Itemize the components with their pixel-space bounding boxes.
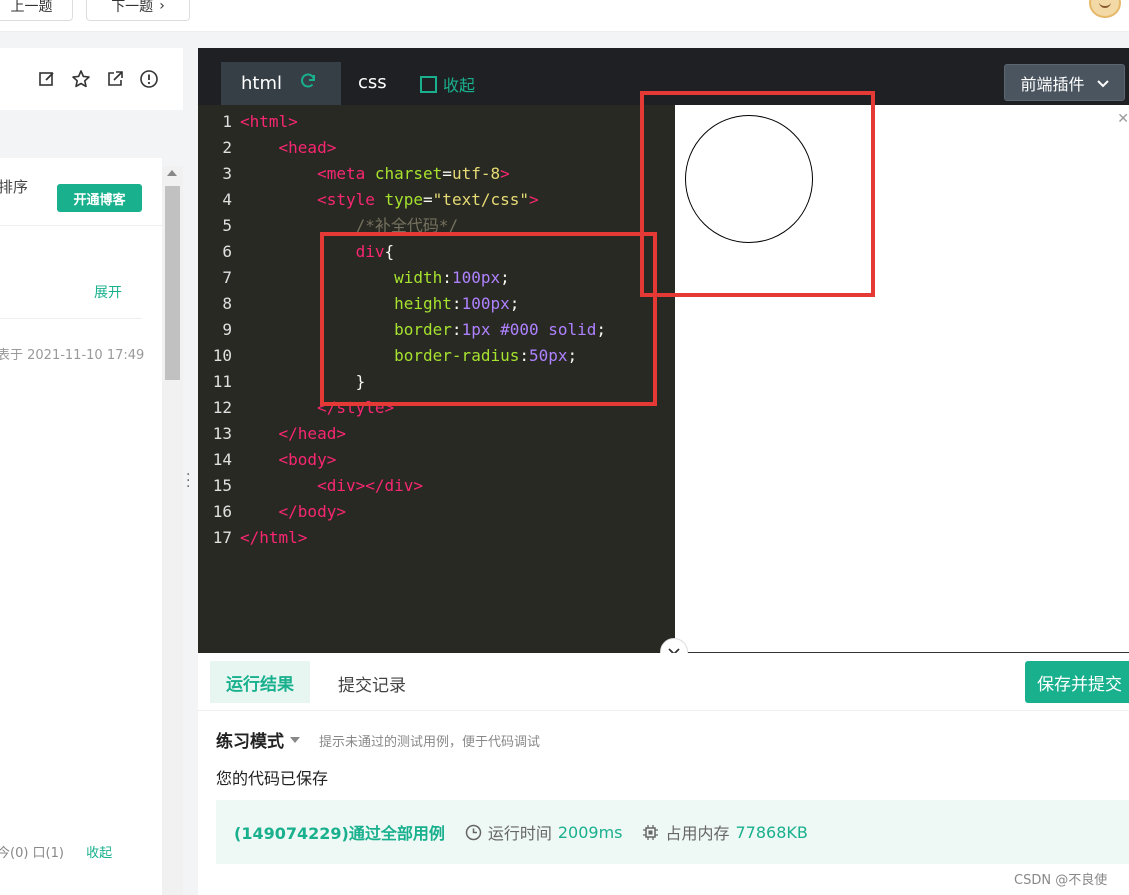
plugin-label: 前端插件: [1020, 74, 1085, 94]
panel-icon: [420, 75, 437, 93]
saved-message: 您的代码已保存: [216, 769, 329, 788]
clock-icon: [465, 824, 482, 840]
scroll-up-icon[interactable]: [167, 170, 177, 176]
annotation-box: [640, 91, 875, 297]
runtime-stat: 运行时间 2009ms: [465, 820, 623, 844]
refresh-icon[interactable]: [298, 71, 318, 96]
drag-handle-icon[interactable]: · · ·: [186, 468, 190, 494]
post-date: 表于 2021-11-10 17:49: [0, 348, 145, 363]
result-panel: 运行结果 提交记录 保存并提交 练习模式 提示未通过的测试用例，便于代码调试 您…: [198, 653, 1129, 895]
mode-hint: 提示未通过的测试用例，便于代码调试: [319, 735, 541, 750]
pass-status: (149074229)通过全部用例: [234, 824, 445, 843]
expand-link[interactable]: 展开: [94, 282, 122, 302]
sort-label[interactable]: 排序: [0, 176, 28, 197]
memory-stat: 占用内存 77868KB: [642, 820, 808, 844]
caret-down-icon: [290, 736, 300, 743]
open-blog-button[interactable]: 开通博客: [57, 184, 142, 212]
memory-value: 77868KB: [735, 822, 808, 842]
close-icon[interactable]: ✕: [1117, 111, 1129, 127]
chevron-right-icon: ›: [159, 0, 165, 14]
collapse-label: 收起: [443, 76, 476, 95]
watermark: CSDN @不良使: [1014, 873, 1108, 888]
chip-icon: [643, 824, 659, 840]
result-summary: (149074229)通过全部用例 运行时间 2009ms 占用内存 77868…: [216, 800, 1129, 864]
share-icon[interactable]: [105, 69, 125, 89]
fav-link[interactable]: 收起: [86, 846, 112, 861]
tab-html[interactable]: html: [221, 62, 341, 105]
memory-label: 占用内存: [665, 824, 730, 843]
save-submit-button[interactable]: 保存并提交: [1025, 661, 1129, 703]
tab-submission-history[interactable]: 提交记录: [338, 671, 406, 696]
solution-list: 排序 开通博客 展开 表于 2021-11-10 17:49: [0, 158, 162, 895]
annotation-box: [320, 232, 657, 406]
result-tabs: 运行结果 提交记录 保存并提交: [198, 653, 1129, 711]
divider: [0, 318, 142, 319]
tab-run-result[interactable]: 运行结果: [210, 661, 310, 703]
next-question-label: 下一题: [111, 0, 154, 15]
scrollbar[interactable]: [162, 166, 183, 895]
report-icon[interactable]: [139, 69, 159, 89]
top-bar: 上一题 下一题 ›: [0, 0, 1129, 32]
sort-row: 排序 开通博客: [0, 158, 162, 226]
prev-question-label: 上一题: [10, 0, 53, 15]
left-panel: 排序 开通博客 展开 表于 2021-11-10 17:49: [0, 48, 183, 895]
mode-dropdown[interactable]: 练习模式: [216, 727, 300, 752]
tab-css[interactable]: css: [358, 72, 387, 93]
frontend-plugin-dropdown[interactable]: 前端插件: [1004, 64, 1125, 101]
star-icon[interactable]: [71, 69, 91, 89]
chevron-down-icon: [1096, 73, 1109, 92]
next-question-button[interactable]: 下一题 ›: [86, 0, 190, 21]
runtime-value: 2009ms: [557, 822, 623, 842]
mode-label: 练习模式: [216, 732, 284, 752]
runtime-label: 运行时间: [487, 824, 552, 843]
stats-text: 今(0) 口(1): [0, 846, 64, 861]
scroll-thumb[interactable]: [165, 186, 180, 380]
prev-question-button[interactable]: 上一题: [0, 0, 73, 21]
avatar[interactable]: [1089, 0, 1121, 18]
tab-html-label: html: [241, 73, 283, 94]
collapse-button[interactable]: 收起: [420, 72, 475, 96]
bottom-stats: 今(0) 口(1) 收起: [0, 842, 112, 861]
edit-icon[interactable]: [37, 69, 57, 89]
left-toolbar: [0, 48, 183, 110]
